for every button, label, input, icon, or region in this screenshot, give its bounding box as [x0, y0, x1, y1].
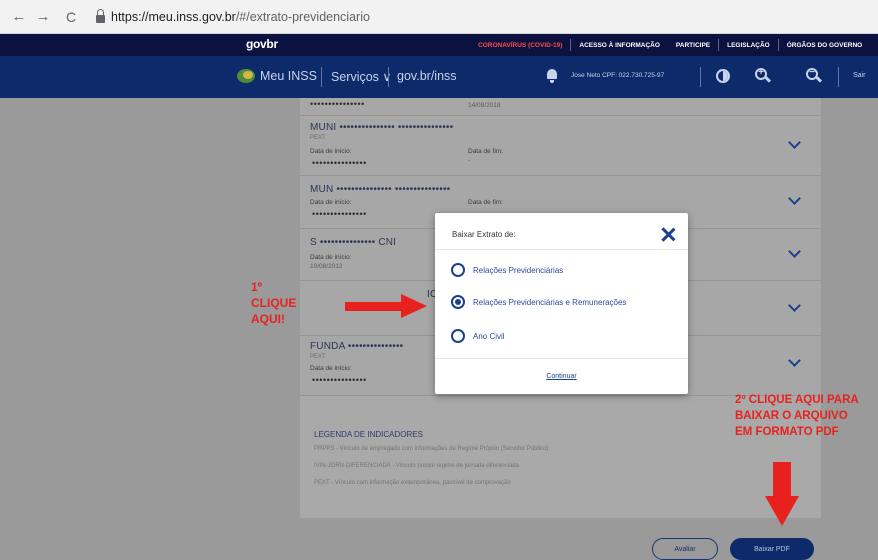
option-relacoes-previdenciarias[interactable]: Relações Previdenciárias: [451, 263, 563, 277]
chevron-down-icon[interactable]: [788, 136, 801, 149]
lock-icon: [96, 9, 105, 23]
orgaos-governo-link[interactable]: ÓRGÃOS DO GOVERNO: [779, 42, 870, 49]
meu-inss-logo-icon: [237, 69, 255, 83]
legend-item: PRPPS - Vínculo de empregado com informa…: [314, 446, 549, 452]
divider: [435, 249, 688, 250]
annotation-line: BAIXAR O ARQUIVO: [735, 410, 848, 422]
record-masked-value: •••••••••••••••: [310, 99, 365, 109]
record-title: MUNI ••••••••••••••• •••••••••••••••: [310, 122, 454, 133]
record-card[interactable]: MUNI ••••••••••••••• ••••••••••••••• PEX…: [300, 116, 821, 176]
start-date-label: Data de início:: [310, 148, 352, 155]
close-icon[interactable]: [659, 226, 677, 244]
option-label: Relações Previdenciárias e Remunerações: [473, 297, 627, 307]
annotation-second-click: 2º CLIQUE AQUI PARA BAIXAR O ARQUIVO EM …: [735, 392, 859, 440]
radio-button-checked[interactable]: [451, 295, 465, 309]
record-title: MUN ••••••••••••••• •••••••••••••••: [310, 184, 451, 195]
radio-button[interactable]: [451, 329, 465, 343]
zoom-in-icon[interactable]: +: [755, 67, 772, 83]
url-host: https://meu.inss.gov.br: [111, 10, 236, 24]
baixar-pdf-button[interactable]: Baixar PDF: [730, 538, 814, 560]
start-date-label: Data de início:: [310, 254, 352, 261]
start-date-value: •••••••••••••••: [312, 158, 367, 168]
contrast-icon[interactable]: [716, 69, 730, 83]
sair-link[interactable]: Sair: [853, 72, 865, 79]
legend: LEGENDA DE INDICADORES PRPPS - Vínculo d…: [314, 430, 548, 497]
end-date-label: Data de fim:: [468, 148, 504, 155]
participe-link[interactable]: PARTICIPE: [668, 42, 718, 49]
browser-toolbar: ← → C https://meu.inss.gov.br/#/extrato-…: [0, 0, 878, 34]
url-path: /#/extrato-previdenciario: [235, 10, 370, 24]
option-label: Ano Civil: [473, 331, 505, 341]
baixar-extrato-modal: Baixar Extrato de: Relações Previdenciár…: [435, 213, 688, 394]
chevron-down-icon[interactable]: [788, 245, 801, 258]
legend-title: LEGENDA DE INDICADORES: [314, 430, 423, 439]
radio-button[interactable]: [451, 263, 465, 277]
start-date-label: Data de início:: [310, 365, 352, 372]
legislacao-link[interactable]: LEGISLAÇÃO: [719, 42, 778, 49]
chevron-down-icon[interactable]: [788, 299, 801, 312]
inss-header: Meu INSS Serviços ∨ gov.br/inss Jose Net…: [0, 56, 878, 98]
modal-title: Baixar Extrato de:: [452, 230, 516, 239]
reload-button[interactable]: C: [62, 8, 80, 26]
continuar-link[interactable]: Continuar: [435, 373, 688, 380]
record-title: FUNDA •••••••••••••••: [310, 341, 404, 352]
avaliar-button[interactable]: Avaliar: [652, 538, 718, 560]
zoom-out-icon[interactable]: −: [806, 67, 823, 83]
address-bar[interactable]: https://meu.inss.gov.br/#/extrato-previd…: [96, 7, 370, 27]
divider: [700, 67, 701, 87]
start-date-value: 10/08/2012: [310, 263, 343, 270]
annotation-line: EM FORMATO PDF: [735, 426, 839, 438]
govbr-inss-link[interactable]: gov.br/inss: [397, 69, 457, 83]
covid-link[interactable]: CORONAVÍRUS (COVID-19): [470, 42, 570, 49]
divider: [838, 67, 839, 87]
divider: [321, 67, 322, 87]
back-button[interactable]: ←: [10, 8, 28, 26]
servicos-menu[interactable]: Serviços ∨: [331, 69, 392, 84]
bell-icon[interactable]: [545, 68, 559, 84]
govbr-logo[interactable]: govbr: [246, 37, 278, 51]
start-date-value: •••••••••••••••: [312, 375, 367, 385]
option-label: Relações Previdenciárias: [473, 265, 564, 275]
legend-item: PEXT - Vínculo com informação extemporân…: [314, 480, 511, 486]
record-title: S ••••••••••••••• CNI: [310, 237, 397, 248]
record-tag: PEXT: [310, 354, 326, 360]
govbr-bar: govbr CORONAVÍRUS (COVID-19) ACESSO À IN…: [0, 34, 878, 56]
annotation-line: CLIQUE: [251, 296, 297, 310]
annotation-line: 1º: [251, 280, 263, 294]
forward-button[interactable]: →: [34, 8, 52, 26]
start-date-label: Data de início:: [310, 199, 352, 206]
chevron-down-icon[interactable]: [788, 192, 801, 205]
arrow-right-icon: [345, 294, 435, 318]
annotation-line: AQUI!: [251, 312, 285, 326]
record-card: ••••••••••••••• 14/08/2018: [300, 98, 821, 116]
arrow-down-icon: [765, 462, 799, 526]
brand-name[interactable]: Meu INSS: [260, 69, 317, 83]
option-relacoes-e-remuneracoes[interactable]: Relações Previdenciárias e Remunerações: [451, 295, 626, 309]
record-tag: PEXT: [310, 135, 326, 141]
record-date: 14/08/2018: [468, 102, 501, 109]
end-date-label: Data de fim:: [468, 199, 504, 206]
acesso-informacao-link[interactable]: ACESSO À INFORMAÇÃO: [571, 42, 668, 49]
chevron-down-icon[interactable]: [788, 354, 801, 367]
legend-item: IVIN-JORN-DIFERENCIADA - Vínculo possui …: [314, 463, 520, 469]
end-date-value: -: [468, 157, 471, 164]
option-ano-civil[interactable]: Ano Civil: [451, 329, 505, 343]
divider: [388, 67, 389, 87]
start-date-value: •••••••••••••••: [312, 209, 367, 219]
divider: [435, 358, 688, 359]
annotation-line: 2º CLIQUE AQUI PARA: [735, 394, 859, 406]
user-info: Jose Neto CPF: 022.730.725-97: [571, 72, 665, 79]
annotation-first-click: 1º CLIQUE AQUI!: [251, 279, 296, 327]
